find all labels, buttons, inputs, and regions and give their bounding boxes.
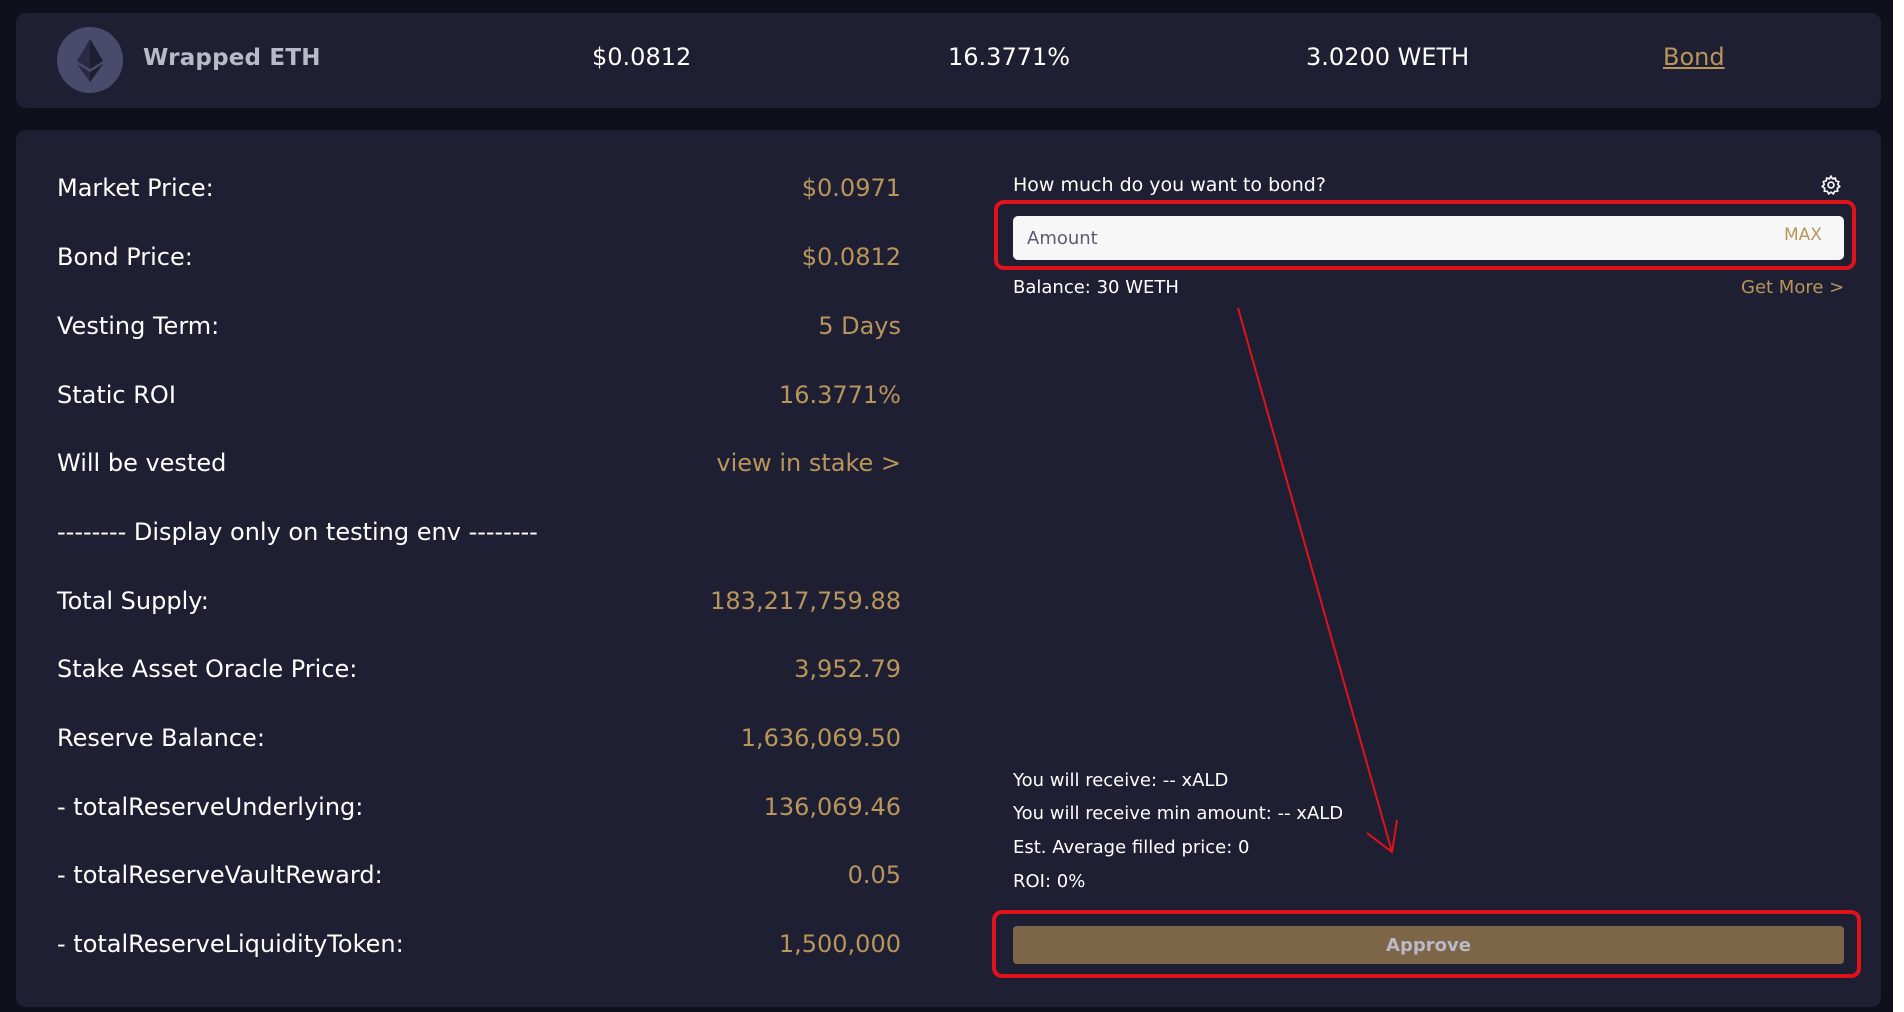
gear-icon[interactable] <box>1820 174 1842 196</box>
get-more-link[interactable]: Get More > <box>1741 277 1844 298</box>
detail-row-will-be-vested: Will be vested view in stake > <box>57 449 901 489</box>
detail-label: Bond Price: <box>57 243 193 271</box>
detail-label: Market Price: <box>57 174 214 202</box>
receive-text: You will receive: -- xALD <box>1013 770 1229 791</box>
detail-value: 183,217,759.88 <box>710 587 901 615</box>
detail-value: 136,069.46 <box>763 793 901 821</box>
detail-label: Stake Asset Oracle Price: <box>57 655 358 683</box>
receive-min-text: You will receive min amount: -- xALD <box>1013 803 1344 824</box>
detail-label: - totalReserveVaultReward: <box>57 861 383 889</box>
detail-value: 3,952.79 <box>794 655 901 683</box>
purchased-cell: 3.0200 WETH <box>1306 43 1470 71</box>
detail-label: Total Supply: <box>57 587 209 615</box>
detail-value: 1,500,000 <box>778 930 901 958</box>
detail-value: $0.0971 <box>801 174 901 202</box>
detail-row-reserve-liquidity-token: - totalReserveLiquidityToken: 1,500,000 <box>57 930 901 970</box>
bond-link[interactable]: Bond <box>1663 43 1725 71</box>
detail-value: 5 Days <box>818 312 901 340</box>
bond-page: Wrapped ETH $0.0812 16.3771% 3.0200 WETH… <box>0 0 1904 1012</box>
detail-value: $0.0812 <box>801 243 901 271</box>
detail-row-reserve-vault-reward: - totalReserveVaultReward: 0.05 <box>57 861 901 901</box>
detail-row-bond-price: Bond Price: $0.0812 <box>57 243 901 283</box>
max-button[interactable]: MAX <box>1784 225 1822 245</box>
bond-price-cell: $0.0812 <box>592 43 692 71</box>
detail-label: - totalReserveLiquidityToken: <box>57 930 404 958</box>
approve-button[interactable]: Approve <box>1013 926 1844 964</box>
bond-row: Wrapped ETH $0.0812 16.3771% 3.0200 WETH… <box>16 13 1881 108</box>
detail-label: Static ROI <box>57 381 176 409</box>
detail-label: Reserve Balance: <box>57 724 265 752</box>
detail-row-static-roi: Static ROI 16.3771% <box>57 381 901 421</box>
detail-row-market-price: Market Price: $0.0971 <box>57 174 901 214</box>
token-name: Wrapped ETH <box>143 45 321 71</box>
detail-row-reserve-underlying: - totalReserveUnderlying: 136,069.46 <box>57 793 901 833</box>
view-in-stake-link[interactable]: view in stake > <box>716 449 901 477</box>
avg-price-text: Est. Average filled price: 0 <box>1013 837 1250 858</box>
detail-label: Will be vested <box>57 449 227 477</box>
detail-value: 16.3771% <box>778 381 901 409</box>
roi-text: ROI: 0% <box>1013 871 1086 892</box>
divider-label: -------- Display only on testing env ---… <box>57 518 538 546</box>
balance-text: Balance: 30 WETH <box>1013 277 1179 298</box>
window-edge <box>1893 0 1904 1012</box>
detail-label: - totalReserveUnderlying: <box>57 793 364 821</box>
detail-row-vesting-term: Vesting Term: 5 Days <box>57 312 901 352</box>
roi-cell: 16.3771% <box>948 43 1071 71</box>
detail-label: Vesting Term: <box>57 312 220 340</box>
detail-row-oracle-price: Stake Asset Oracle Price: 3,952.79 <box>57 655 901 695</box>
testing-env-divider: -------- Display only on testing env ---… <box>57 518 901 558</box>
bond-detail-panel: Market Price: $0.0971 Bond Price: $0.081… <box>16 130 1881 1007</box>
detail-row-reserve-balance: Reserve Balance: 1,636,069.50 <box>57 724 901 764</box>
ethereum-icon <box>57 27 123 93</box>
bond-amount-question: How much do you want to bond? <box>1013 174 1326 196</box>
amount-input[interactable] <box>1013 216 1844 260</box>
detail-row-total-supply: Total Supply: 183,217,759.88 <box>57 587 901 627</box>
detail-value: 1,636,069.50 <box>740 724 901 752</box>
detail-value: 0.05 <box>847 861 901 889</box>
